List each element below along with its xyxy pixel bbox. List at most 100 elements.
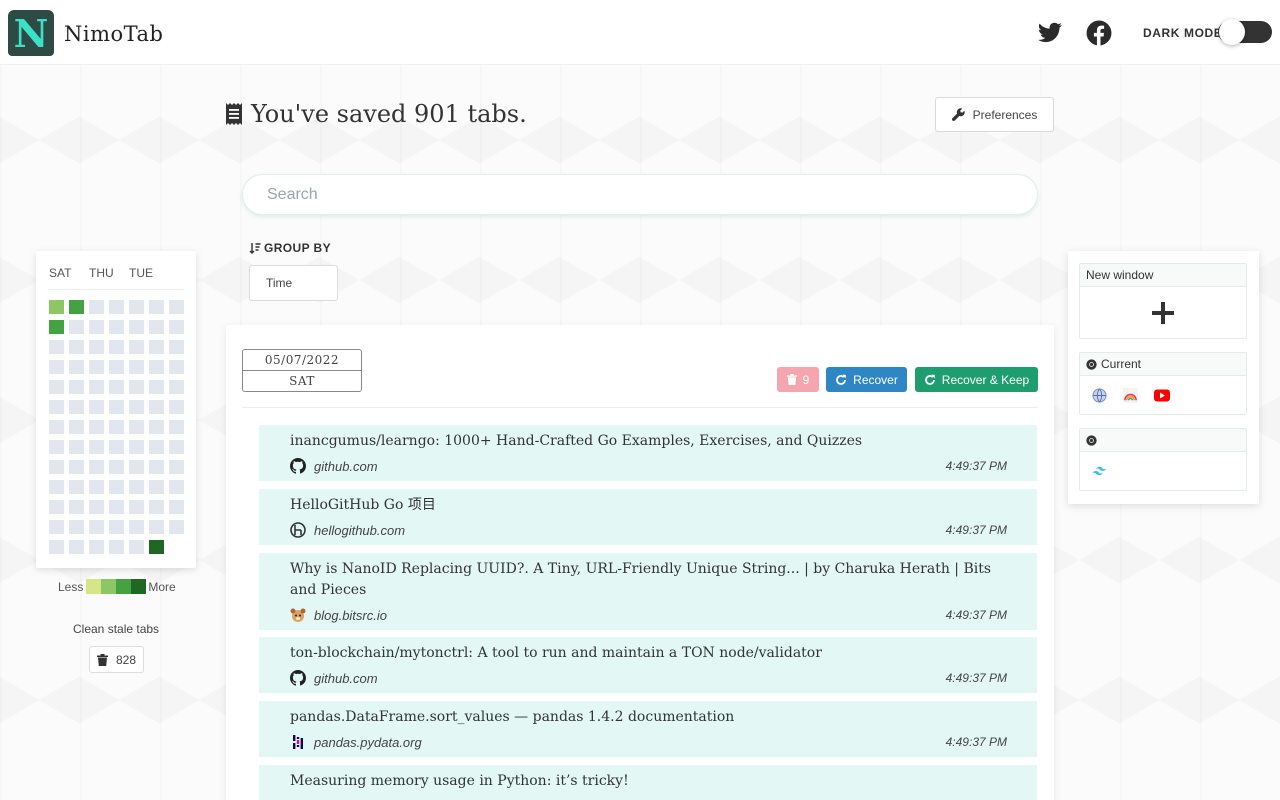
tab-item[interactable]: pandas.DataFrame.sort_values — pandas 1.… xyxy=(259,701,1037,757)
calendar-day-cell[interactable] xyxy=(109,420,124,434)
calendar-day-cell[interactable] xyxy=(89,340,104,354)
calendar-day-cell[interactable] xyxy=(109,400,124,414)
rainbow-icon[interactable] xyxy=(1123,388,1138,403)
tab-item[interactable]: Measuring memory usage in Python: it’s t… xyxy=(259,765,1037,800)
calendar-day-cell[interactable] xyxy=(129,460,144,474)
calendar-day-cell[interactable] xyxy=(129,380,144,394)
calendar-day-cell[interactable] xyxy=(89,380,104,394)
calendar-day-cell[interactable] xyxy=(149,500,164,514)
facebook-icon[interactable] xyxy=(1086,20,1112,46)
group-by-select[interactable]: Time xyxy=(249,265,338,301)
window-box[interactable]: Current xyxy=(1079,352,1247,415)
calendar-day-cell[interactable] xyxy=(129,360,144,374)
tab-title[interactable]: HelloGitHub Go 项目 xyxy=(290,495,1007,516)
plus-icon[interactable] xyxy=(1152,301,1174,324)
window-box[interactable] xyxy=(1079,428,1247,491)
globe-icon[interactable] xyxy=(1092,388,1107,403)
tailwind-icon[interactable] xyxy=(1092,464,1107,479)
recover-keep-button[interactable]: Recover & Keep xyxy=(915,367,1038,392)
calendar-day-cell[interactable] xyxy=(49,460,64,474)
calendar-day-cell[interactable] xyxy=(149,520,164,534)
calendar-day-cell[interactable] xyxy=(149,440,164,454)
calendar-day-cell[interactable] xyxy=(69,400,84,414)
calendar-day-cell[interactable] xyxy=(49,420,64,434)
tab-item[interactable]: inancgumus/learngo: 1000+ Hand-Crafted G… xyxy=(259,425,1037,481)
calendar-day-cell[interactable] xyxy=(109,360,124,374)
calendar-day-cell[interactable] xyxy=(129,340,144,354)
calendar-day-cell[interactable] xyxy=(109,340,124,354)
tab-item[interactable]: HelloGitHub Go 项目 hellogithub.com 4:49:3… xyxy=(259,489,1037,545)
calendar-day-cell[interactable] xyxy=(109,300,124,314)
calendar-day-cell[interactable] xyxy=(169,480,184,494)
tab-title[interactable]: Why is NanoID Replacing UUID?. A Tiny, U… xyxy=(290,559,1007,601)
dark-mode-toggle[interactable] xyxy=(1218,19,1272,45)
delete-group-button[interactable]: 9 xyxy=(777,367,819,392)
calendar-day-cell[interactable] xyxy=(89,400,104,414)
calendar-day-cell[interactable] xyxy=(69,320,84,334)
tab-item[interactable]: Why is NanoID Replacing UUID?. A Tiny, U… xyxy=(259,553,1037,630)
youtube-icon[interactable] xyxy=(1154,388,1170,403)
calendar-day-cell[interactable] xyxy=(89,300,104,314)
tab-title[interactable]: pandas.DataFrame.sort_values — pandas 1.… xyxy=(290,707,1007,728)
clean-stale-button[interactable]: 828 xyxy=(89,646,144,673)
calendar-day-cell[interactable] xyxy=(169,420,184,434)
calendar-day-cell[interactable] xyxy=(129,400,144,414)
calendar-day-cell[interactable] xyxy=(49,540,64,554)
calendar-day-cell[interactable] xyxy=(109,520,124,534)
calendar-day-cell[interactable] xyxy=(69,300,84,314)
calendar-day-cell[interactable] xyxy=(49,320,64,334)
calendar-day-cell[interactable] xyxy=(149,360,164,374)
calendar-day-cell[interactable] xyxy=(49,300,64,314)
calendar-day-cell[interactable] xyxy=(169,460,184,474)
calendar-day-cell[interactable] xyxy=(69,460,84,474)
twitter-icon[interactable] xyxy=(1037,20,1063,46)
calendar-day-cell[interactable] xyxy=(129,480,144,494)
calendar-day-cell[interactable] xyxy=(129,540,144,554)
recover-button[interactable]: Recover xyxy=(826,367,907,392)
calendar-day-cell[interactable] xyxy=(89,500,104,514)
calendar-day-cell[interactable] xyxy=(129,520,144,534)
calendar-day-cell[interactable] xyxy=(89,520,104,534)
calendar-day-cell[interactable] xyxy=(149,380,164,394)
calendar-day-cell[interactable] xyxy=(169,340,184,354)
calendar-day-cell[interactable] xyxy=(129,440,144,454)
calendar-day-cell[interactable] xyxy=(69,540,84,554)
calendar-day-cell[interactable] xyxy=(89,360,104,374)
calendar-day-cell[interactable] xyxy=(89,440,104,454)
calendar-day-cell[interactable] xyxy=(89,540,104,554)
calendar-day-cell[interactable] xyxy=(149,340,164,354)
calendar-day-cell[interactable] xyxy=(49,340,64,354)
calendar-day-cell[interactable] xyxy=(69,500,84,514)
calendar-day-cell[interactable] xyxy=(169,380,184,394)
calendar-day-cell[interactable] xyxy=(129,420,144,434)
calendar-day-cell[interactable] xyxy=(169,320,184,334)
calendar-day-cell[interactable] xyxy=(149,300,164,314)
calendar-day-cell[interactable] xyxy=(89,320,104,334)
calendar-day-cell[interactable] xyxy=(129,320,144,334)
calendar-day-cell[interactable] xyxy=(169,440,184,454)
calendar-day-cell[interactable] xyxy=(149,540,164,554)
calendar-day-cell[interactable] xyxy=(69,440,84,454)
calendar-day-cell[interactable] xyxy=(149,420,164,434)
tab-title[interactable]: inancgumus/learngo: 1000+ Hand-Crafted G… xyxy=(290,431,1007,452)
calendar-day-cell[interactable] xyxy=(49,480,64,494)
calendar-day-cell[interactable] xyxy=(49,360,64,374)
calendar-day-cell[interactable] xyxy=(109,380,124,394)
calendar-day-cell[interactable] xyxy=(69,480,84,494)
calendar-day-cell[interactable] xyxy=(49,520,64,534)
calendar-day-cell[interactable] xyxy=(69,340,84,354)
tab-item[interactable]: ton-blockchain/mytonctrl: A tool to run … xyxy=(259,637,1037,693)
calendar-day-cell[interactable] xyxy=(149,480,164,494)
calendar-day-cell[interactable] xyxy=(49,500,64,514)
preferences-button[interactable]: Preferences xyxy=(935,97,1054,132)
calendar-day-cell[interactable] xyxy=(169,300,184,314)
calendar-day-cell[interactable] xyxy=(69,360,84,374)
calendar-day-cell[interactable] xyxy=(149,400,164,414)
calendar-day-cell[interactable] xyxy=(129,500,144,514)
calendar-day-cell[interactable] xyxy=(169,500,184,514)
search-input[interactable] xyxy=(242,174,1038,215)
calendar-day-cell[interactable] xyxy=(109,500,124,514)
calendar-day-cell[interactable] xyxy=(149,460,164,474)
calendar-day-cell[interactable] xyxy=(89,420,104,434)
new-window-box[interactable]: New window xyxy=(1079,263,1247,339)
